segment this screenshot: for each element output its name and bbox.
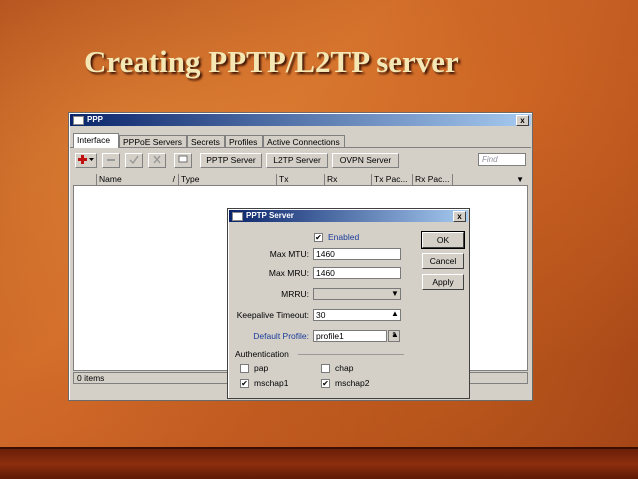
column-rx[interactable]: Rx [325, 174, 372, 185]
pptp-titlebar: PPTP Server x [229, 210, 468, 222]
slide-title: Creating PPTP/L2TP server [84, 44, 459, 79]
plus-icon [78, 155, 94, 164]
default-profile-label: Default Profile: [253, 331, 309, 341]
column-name[interactable]: Name / [97, 174, 179, 185]
comment-button[interactable] [174, 153, 192, 168]
cancel-button[interactable]: Cancel [422, 253, 464, 269]
column-tx[interactable]: Tx [277, 174, 325, 185]
window-icon [73, 116, 84, 125]
tab-profiles[interactable]: Profiles [225, 135, 263, 147]
pptp-server-button[interactable]: PPTP Server [200, 153, 262, 168]
dialog-close-button[interactable]: x [453, 211, 466, 222]
tab-interface[interactable]: Interface [73, 133, 119, 148]
max-mru-field[interactable]: 1460 [313, 267, 401, 279]
list-header: Name / Type Tx Rx Tx Pac... Rx Pac... ▼ [73, 174, 528, 185]
profile-collapse-icon[interactable]: ▲ [391, 330, 399, 339]
column-rx-packets[interactable]: Rx Pac... [413, 174, 453, 185]
find-input[interactable]: Find [478, 153, 526, 166]
mschap1-label: mschap1 [254, 378, 289, 388]
window-icon [232, 212, 243, 221]
mschap1-checkbox[interactable]: ✔ [240, 379, 249, 388]
max-mtu-label: Max MTU: [269, 249, 309, 259]
mschap2-checkbox[interactable]: ✔ [321, 379, 330, 388]
ppp-title: PPP [87, 115, 104, 124]
pptp-title: PPTP Server [246, 211, 294, 220]
x-icon [153, 155, 161, 164]
enabled-label: Enabled [328, 232, 360, 242]
column-tx-packets[interactable]: Tx Pac... [372, 174, 413, 185]
add-button[interactable] [75, 153, 97, 168]
keepalive-label: Keepalive Timeout: [236, 310, 309, 320]
mrru-label: MRRU: [281, 289, 309, 299]
pap-checkbox[interactable] [240, 364, 249, 373]
apply-button[interactable]: Apply [422, 274, 464, 290]
ok-button[interactable]: OK [421, 231, 465, 249]
slide-bottom-band [0, 447, 638, 479]
ovpn-server-button[interactable]: OVPN Server [332, 153, 399, 168]
tab-secrets[interactable]: Secrets [187, 135, 225, 147]
check-icon [129, 155, 139, 165]
enable-button[interactable] [125, 153, 143, 168]
column-spacer [73, 174, 97, 185]
default-profile-select[interactable]: profile1 [313, 330, 387, 342]
remove-button[interactable] [102, 153, 120, 168]
sort-icon: / [172, 174, 175, 184]
mrru-dropdown-icon[interactable]: ▼ [391, 289, 399, 298]
mrru-field[interactable] [313, 288, 401, 300]
chap-checkbox[interactable] [321, 364, 330, 373]
tab-active-connections[interactable]: Active Connections [263, 135, 345, 147]
column-name-label: Name [99, 174, 122, 184]
chap-label: chap [335, 363, 354, 373]
keepalive-field[interactable]: 30 [313, 309, 401, 321]
tab-pppoe-servers[interactable]: PPPoE Servers [119, 135, 187, 147]
comment-icon [178, 155, 188, 163]
authentication-divider [298, 354, 404, 355]
enabled-checkbox[interactable]: ✔ [314, 233, 323, 242]
max-mru-label: Max MRU: [268, 268, 309, 278]
column-type[interactable]: Type [179, 174, 277, 185]
max-mtu-field[interactable]: 1460 [313, 248, 401, 260]
l2tp-server-button[interactable]: L2TP Server [266, 153, 328, 168]
close-button[interactable]: x [516, 115, 529, 126]
mschap2-label: mschap2 [335, 378, 370, 388]
keepalive-collapse-icon[interactable]: ▲ [391, 309, 399, 318]
ppp-titlebar: PPP x [70, 114, 531, 126]
minus-icon [107, 159, 115, 161]
pap-label: pap [254, 363, 269, 373]
column-menu-icon[interactable]: ▼ [516, 174, 524, 185]
pptp-server-dialog: PPTP Server x ✔ Enabled Max MTU: 1460 Ma… [227, 208, 470, 399]
tab-divider [70, 147, 531, 148]
authentication-label: Authentication [235, 349, 289, 359]
disable-button[interactable] [148, 153, 166, 168]
